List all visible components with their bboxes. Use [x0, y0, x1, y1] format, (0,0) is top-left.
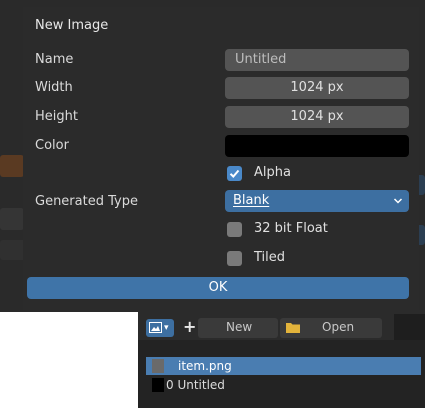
alpha-checkbox[interactable] [227, 166, 242, 181]
folder-icon [286, 323, 300, 333]
name-label: Name [35, 52, 74, 67]
chevron-down-icon: ▾ [164, 323, 169, 333]
color-swatch[interactable] [225, 135, 409, 157]
open-image-label: Open [322, 320, 355, 334]
new-image-dialog: New Image Name Untitled Width 1024 px He… [23, 7, 419, 310]
alpha-label: Alpha [254, 165, 291, 180]
height-label: Height [35, 109, 78, 124]
image-browser: ▾ + New Open item.png 0 Untitled [138, 310, 425, 408]
ok-button[interactable]: OK [27, 277, 409, 299]
float-checkbox[interactable] [227, 222, 242, 237]
tiled-label: Tiled [254, 250, 286, 265]
tiled-checkbox[interactable] [227, 251, 242, 266]
toolbar-divider [394, 314, 425, 340]
background-node [0, 155, 24, 177]
image-browse-button[interactable]: ▾ [146, 319, 174, 337]
width-label: Width [35, 80, 73, 95]
checkmark-icon [229, 169, 240, 178]
list-item-label: 0 Untitled [166, 378, 225, 392]
float-label: 32 bit Float [254, 221, 328, 236]
generated-type-label: Generated Type [35, 194, 138, 209]
generated-type-dropdown[interactable]: Blank [225, 190, 409, 212]
generated-type-value: Blank [233, 193, 270, 208]
list-item[interactable]: item.png [146, 357, 421, 375]
list-item[interactable]: 0 Untitled [146, 376, 421, 394]
image-icon [149, 322, 162, 333]
background-node [0, 208, 24, 230]
color-label: Color [35, 138, 69, 153]
image-thumbnail-icon [152, 359, 164, 373]
new-image-label: New [226, 320, 253, 334]
width-field[interactable]: 1024 px [225, 77, 409, 99]
chevron-down-icon [393, 190, 403, 220]
name-field[interactable]: Untitled [225, 49, 409, 71]
dialog-title: New Image [35, 18, 109, 33]
list-item-label: item.png [178, 359, 232, 373]
plus-icon[interactable]: + [183, 317, 196, 336]
height-field[interactable]: 1024 px [225, 106, 409, 128]
image-thumbnail-icon [152, 378, 164, 392]
